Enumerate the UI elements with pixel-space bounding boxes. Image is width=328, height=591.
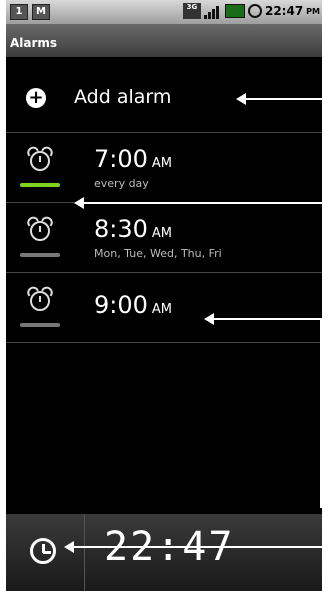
status-ampm: PM bbox=[306, 6, 320, 16]
plus-icon: + bbox=[26, 88, 46, 108]
annotation-arrow-line bbox=[82, 202, 322, 204]
annotation-arrow-head bbox=[64, 541, 74, 553]
add-alarm-label: Add alarm bbox=[74, 86, 172, 108]
alarm-item[interactable]: 9:00 AM bbox=[6, 273, 322, 343]
clock-icon bbox=[30, 538, 56, 564]
alarm-toggle[interactable] bbox=[20, 253, 60, 257]
alarm-status-icon bbox=[247, 4, 262, 18]
annotation-arrow-head bbox=[236, 93, 246, 105]
battery-icon bbox=[224, 4, 245, 18]
alarm-time: 7:00 AM bbox=[94, 145, 173, 173]
annotation-arrow-head bbox=[204, 313, 214, 325]
annotation-arrow-line bbox=[244, 98, 322, 100]
gmail-icon: M bbox=[32, 4, 50, 20]
status-time: 22:47 bbox=[264, 4, 304, 18]
annotation-arrow-head bbox=[74, 197, 84, 209]
alarm-time: 8:30 AM bbox=[94, 215, 173, 243]
alarm-item[interactable]: 7:00 AM every day bbox=[6, 133, 322, 203]
phone-screen: 1 M 3G 22:47 PM Alarms + Add alarm 7:00 A… bbox=[6, 0, 322, 591]
annotation-arrow-line bbox=[72, 546, 322, 548]
bottom-clock-bar: 22:47 bbox=[6, 514, 322, 591]
annotation-arrow-line bbox=[320, 506, 322, 508]
alarm-clock-icon bbox=[25, 144, 55, 171]
network-3g-icon: 3G bbox=[182, 3, 201, 19]
sim-icon: 1 bbox=[10, 4, 28, 20]
alarm-clock-icon bbox=[25, 284, 55, 311]
alarm-time: 9:00 AM bbox=[94, 291, 173, 319]
signal-icon bbox=[203, 3, 222, 19]
alarm-clock-icon bbox=[25, 214, 55, 241]
title-bar: Alarms bbox=[6, 24, 322, 57]
alarm-toggle[interactable] bbox=[20, 183, 60, 187]
alarm-toggle[interactable] bbox=[20, 323, 60, 327]
status-bar: 1 M 3G 22:47 PM bbox=[6, 0, 322, 24]
alarm-item[interactable]: 8:30 AM Mon, Tue, Wed, Thu, Fri bbox=[6, 203, 322, 273]
alarm-days: Mon, Tue, Wed, Thu, Fri bbox=[94, 247, 222, 260]
annotation-vertical-line bbox=[320, 318, 322, 508]
annotation-arrow-line bbox=[212, 318, 322, 320]
page-title: Alarms bbox=[10, 36, 58, 50]
alarm-days: every day bbox=[94, 177, 149, 190]
